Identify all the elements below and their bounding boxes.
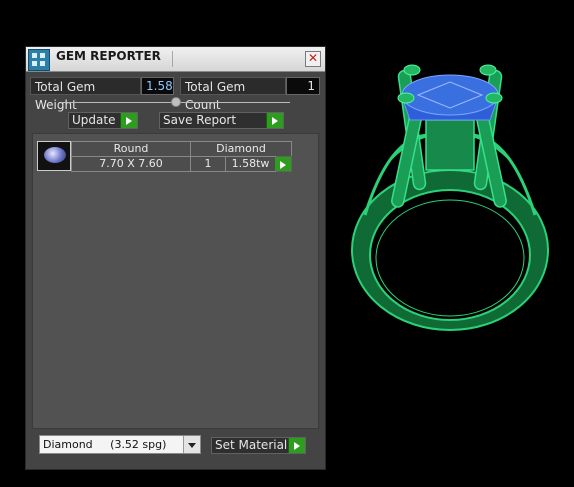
material-select-value: Diamond (3.52 spg) (43, 438, 167, 451)
play-arrow-icon (120, 113, 137, 128)
chevron-down-icon[interactable] (183, 436, 200, 453)
total-gem-count-value: 1 (286, 77, 320, 95)
gem-reporter-panel: GEM REPORTER ✕ Total Gem Weight 1.58 Tot… (25, 46, 326, 470)
material-select[interactable]: Diamond (3.52 spg) (39, 435, 201, 454)
save-report-button[interactable]: Save Report (159, 112, 284, 129)
title-divider (172, 51, 173, 67)
total-gem-weight-label: Total Gem Weight (30, 77, 141, 112)
save-report-button-label: Save Report (163, 113, 237, 127)
ring-3d-model-icon[interactable] (330, 40, 570, 350)
update-button-label: Update (72, 113, 116, 127)
gem-count-cell: 1 (190, 156, 226, 172)
gem-list: Round 7.70 X 7.60 Diamond 1 1.58tw (32, 133, 319, 429)
play-arrow-icon (266, 113, 283, 128)
gem-weight-cell: 1.58tw (225, 156, 276, 172)
gem-size-cell: 7.70 X 7.60 (71, 156, 191, 172)
set-material-button[interactable]: Set Material (211, 437, 306, 454)
total-gem-weight-value: 1.58 (141, 77, 174, 95)
slider-handle[interactable] (171, 97, 181, 107)
gem-round-icon (37, 141, 71, 171)
update-button[interactable]: Update (68, 112, 138, 129)
total-gem-count-label: Total Gem Count (180, 77, 286, 112)
close-button[interactable]: ✕ (305, 51, 321, 67)
gem-row-arrow-button[interactable] (275, 156, 292, 172)
window-title: GEM REPORTER (56, 49, 161, 63)
set-material-button-label: Set Material (215, 438, 288, 452)
gem-shape-cell: Round (71, 141, 191, 157)
play-arrow-icon (288, 438, 305, 453)
play-arrow-icon (275, 157, 291, 171)
title-bar[interactable]: GEM REPORTER ✕ (26, 47, 325, 72)
gem-material-cell: Diamond (190, 141, 292, 157)
gem-reporter-app-icon (28, 49, 50, 71)
